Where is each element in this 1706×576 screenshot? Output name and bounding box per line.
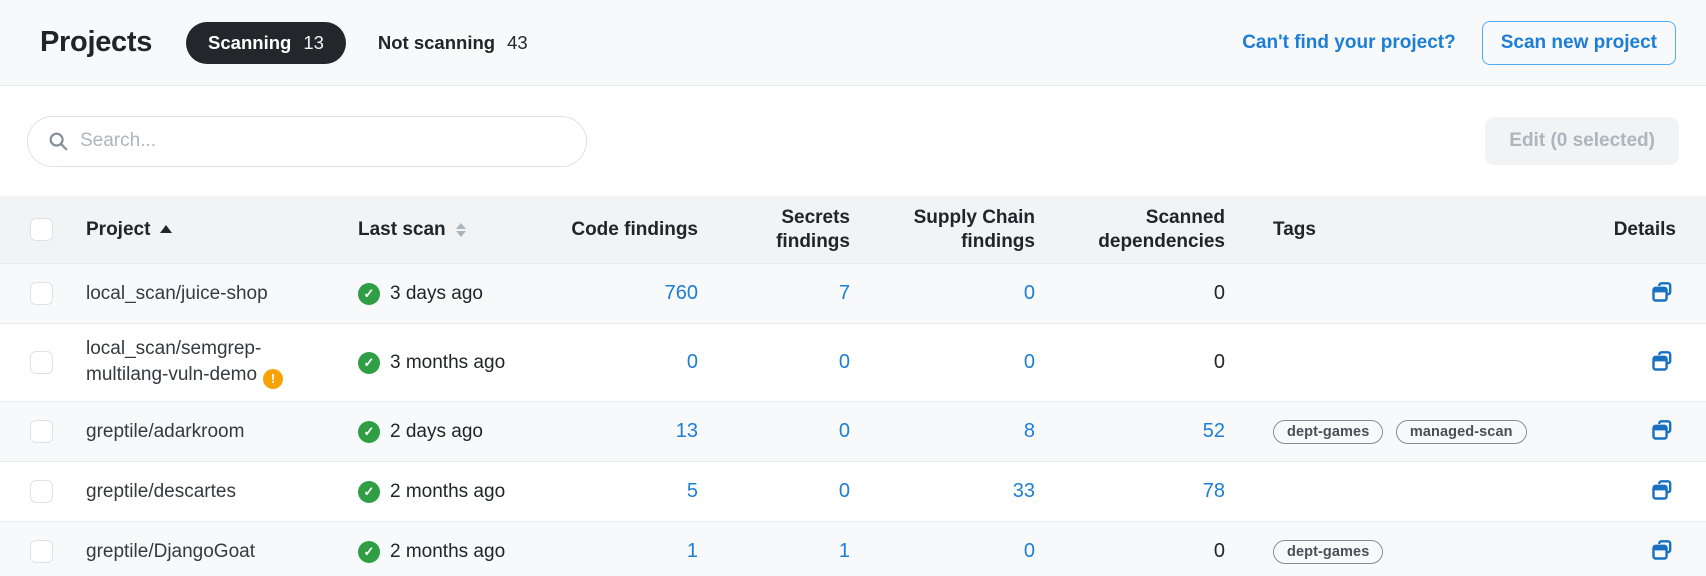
table-header-row: Project Last scan Code findings Secrets … <box>0 196 1706 264</box>
details-button[interactable] <box>1648 416 1676 444</box>
search-input[interactable] <box>27 116 587 167</box>
project-link[interactable]: local_scan/juice-shop <box>86 283 268 304</box>
tab-scanning-label: Scanning <box>208 32 291 54</box>
scan-success-icon: ✓ <box>358 541 380 563</box>
project-link[interactable]: greptile/adarkroom <box>86 421 244 442</box>
supply-chain-findings-link[interactable]: 0 <box>1024 540 1035 562</box>
scanned-dependencies-value: 0 <box>1214 351 1225 373</box>
last-scan-text: 2 months ago <box>390 481 505 503</box>
last-scan-text: 3 months ago <box>390 352 505 374</box>
tag-badge: dept-games <box>1273 420 1383 444</box>
code-findings-link[interactable]: 1 <box>687 540 698 562</box>
windows-icon <box>1650 478 1674 502</box>
table-row: greptile/adarkroom ✓ 2 days ago 13 0 8 52… <box>0 402 1706 462</box>
row-checkbox[interactable] <box>30 282 53 305</box>
table-row: greptile/DjangoGoat ✓2 months ago 1 1 0 … <box>0 522 1706 576</box>
page-title: Projects <box>40 26 152 59</box>
scanned-dependencies-value: 0 <box>1214 282 1225 304</box>
windows-icon <box>1650 538 1674 562</box>
cant-find-project-link[interactable]: Can't find your project? <box>1242 32 1456 54</box>
code-findings-link[interactable]: 760 <box>665 282 698 304</box>
column-header-tags: Tags <box>1233 218 1586 242</box>
windows-icon <box>1650 418 1674 442</box>
search-icon <box>47 130 69 152</box>
code-findings-link[interactable]: 0 <box>687 351 698 373</box>
scanned-dependencies-link[interactable]: 78 <box>1203 480 1225 502</box>
details-button[interactable] <box>1648 476 1676 504</box>
tab-not-scanning-count: 43 <box>507 32 528 54</box>
table-row: local_scan/semgrep-multilang-vuln-demo! … <box>0 324 1706 402</box>
tab-scanning[interactable]: Scanning 13 <box>186 22 346 64</box>
row-checkbox[interactable] <box>30 420 53 443</box>
warning-icon[interactable]: ! <box>263 369 283 389</box>
column-header-scanned-dependencies: Scanned dependencies <box>1043 206 1233 254</box>
row-checkbox[interactable] <box>30 540 53 563</box>
sort-ascending-icon <box>160 225 172 233</box>
project-link[interactable]: local_scan/semgrep-multilang-vuln-demo <box>86 338 261 385</box>
last-scan-text: 3 days ago <box>390 283 483 305</box>
secrets-findings-link[interactable]: 0 <box>839 480 850 502</box>
details-button[interactable] <box>1648 347 1676 375</box>
code-findings-link[interactable]: 13 <box>676 420 698 442</box>
secrets-findings-link[interactable]: 1 <box>839 540 850 562</box>
scan-new-project-button[interactable]: Scan new project <box>1482 21 1676 65</box>
windows-icon <box>1650 280 1674 304</box>
tags-cell: dept-games managed-scan <box>1233 420 1586 444</box>
code-findings-link[interactable]: 5 <box>687 480 698 502</box>
last-scan-text: 2 months ago <box>390 541 505 563</box>
secrets-findings-link[interactable]: 0 <box>839 420 850 442</box>
last-scan-text: 2 days ago <box>390 421 483 443</box>
windows-icon <box>1650 349 1674 373</box>
column-header-secrets-findings: Secrets findings <box>706 206 858 254</box>
secrets-findings-link[interactable]: 7 <box>839 282 850 304</box>
tab-not-scanning[interactable]: Not scanning 43 <box>374 22 532 64</box>
scan-success-icon: ✓ <box>358 283 380 305</box>
tag-badge: managed-scan <box>1396 420 1527 444</box>
supply-chain-findings-link[interactable]: 8 <box>1024 420 1035 442</box>
project-link[interactable]: greptile/DjangoGoat <box>86 541 255 562</box>
supply-chain-findings-link[interactable]: 0 <box>1024 282 1035 304</box>
column-header-project[interactable]: Project <box>64 218 336 242</box>
supply-chain-findings-link[interactable]: 33 <box>1013 480 1035 502</box>
toolbar: Edit (0 selected) <box>0 86 1706 196</box>
tags-cell: dept-games <box>1233 540 1586 564</box>
edit-selected-button[interactable]: Edit (0 selected) <box>1485 117 1679 165</box>
header-checkbox-cell <box>0 218 64 241</box>
details-button[interactable] <box>1648 278 1676 306</box>
top-bar: Projects Scanning 13 Not scanning 43 Can… <box>0 0 1706 86</box>
table-row: local_scan/juice-shop ✓3 days ago 760 7 … <box>0 264 1706 324</box>
project-link[interactable]: greptile/descartes <box>86 481 236 502</box>
scanned-dependencies-link[interactable]: 52 <box>1203 420 1225 442</box>
column-header-code-findings: Code findings <box>546 218 706 242</box>
tab-scanning-count: 13 <box>303 32 324 54</box>
table-body: local_scan/juice-shop ✓3 days ago 760 7 … <box>0 264 1706 576</box>
column-header-last-scan[interactable]: Last scan <box>336 218 546 242</box>
table-row: greptile/descartes ✓2 months ago 5 0 33 … <box>0 462 1706 522</box>
row-checkbox[interactable] <box>30 480 53 503</box>
sort-both-icon <box>456 223 466 237</box>
select-all-checkbox[interactable] <box>30 218 53 241</box>
column-header-supply-chain-findings: Supply Chain findings <box>858 206 1043 254</box>
search-box <box>27 116 587 167</box>
scanned-dependencies-value: 0 <box>1214 540 1225 562</box>
secrets-findings-link[interactable]: 0 <box>839 351 850 373</box>
topbar-actions: Can't find your project? Scan new projec… <box>1242 21 1676 65</box>
row-checkbox[interactable] <box>30 351 53 374</box>
column-header-details: Details <box>1586 218 1706 242</box>
tag-badge: dept-games <box>1273 540 1383 564</box>
scan-success-icon: ✓ <box>358 421 380 443</box>
supply-chain-findings-link[interactable]: 0 <box>1024 351 1035 373</box>
details-button[interactable] <box>1648 536 1676 564</box>
tab-not-scanning-label: Not scanning <box>378 32 495 54</box>
scan-success-icon: ✓ <box>358 352 380 374</box>
scan-success-icon: ✓ <box>358 481 380 503</box>
